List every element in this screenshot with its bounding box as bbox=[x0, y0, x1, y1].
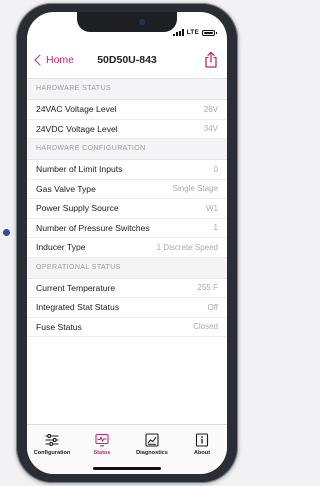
row-value: 1 bbox=[213, 223, 218, 233]
row-label: Current Temperature bbox=[36, 282, 116, 293]
section-header-operational-status: OPERATIONAL STATUS bbox=[27, 257, 227, 279]
home-indicator bbox=[93, 467, 161, 470]
row-value: Single Stage bbox=[172, 184, 218, 194]
info-icon bbox=[195, 433, 209, 447]
row-value: 1 Discrete Speed bbox=[156, 242, 218, 252]
row-value: 26V bbox=[203, 104, 218, 114]
pulse-monitor-icon bbox=[95, 433, 109, 447]
notch bbox=[77, 12, 177, 32]
battery-icon bbox=[202, 29, 217, 36]
row-label: Power Supply Source bbox=[36, 203, 119, 214]
row-integrated-stat-status: Integrated Stat Status Off bbox=[27, 298, 227, 318]
row-value: W1 bbox=[206, 203, 218, 213]
tab-label: About bbox=[193, 450, 211, 456]
row-limit-inputs: Number of Limit Inputs 0 bbox=[27, 160, 227, 180]
tab-about[interactable]: About bbox=[177, 425, 227, 474]
tab-configuration[interactable]: Configuration bbox=[27, 425, 77, 474]
tab-label: Status bbox=[93, 450, 111, 456]
row-value: 0 bbox=[213, 164, 218, 174]
row-label: Fuse Status bbox=[36, 321, 82, 332]
row-pressure-switches: Number of Pressure Switches 1 bbox=[27, 218, 227, 238]
row-label: Number of Pressure Switches bbox=[36, 222, 150, 233]
row-24vac-voltage: 24VAC Voltage Level 26V bbox=[27, 100, 227, 120]
row-label: 24VAC Voltage Level bbox=[36, 104, 117, 115]
network-label: LTE bbox=[186, 29, 199, 36]
status-icons: LTE bbox=[172, 29, 217, 36]
row-label: Inducer Type bbox=[36, 242, 86, 253]
row-value: Closed bbox=[193, 322, 218, 332]
row-label: Gas Valve Type bbox=[36, 183, 96, 194]
section-header-hardware-status: HARDWARE STATUS bbox=[27, 79, 227, 100]
signal-icon bbox=[172, 29, 184, 36]
row-inducer-type: Inducer Type 1 Discrete Speed bbox=[27, 238, 227, 258]
section-header-hardware-configuration: HARDWARE CONFIGURATION bbox=[27, 139, 227, 160]
pager-dot[interactable] bbox=[3, 229, 10, 236]
row-current-temperature: Current Temperature 255 F bbox=[27, 278, 227, 298]
row-value: 255 F bbox=[197, 283, 218, 293]
row-fuse-status: Fuse Status Closed bbox=[27, 317, 227, 337]
phone-frame: LTE Home 50D50U-843 HARDWARE STATUS 24VA… bbox=[16, 3, 238, 483]
share-icon[interactable] bbox=[204, 51, 218, 68]
status-list: HARDWARE STATUS 24VAC Voltage Level 26V … bbox=[27, 79, 227, 337]
status-bar: LTE bbox=[27, 12, 227, 42]
tab-label: Diagnostics bbox=[136, 450, 168, 456]
row-label: Number of Limit Inputs bbox=[36, 164, 123, 175]
tab-label: Configuration bbox=[33, 450, 71, 456]
row-gas-valve-type: Gas Valve Type Single Stage bbox=[27, 179, 227, 199]
sliders-icon bbox=[45, 433, 59, 447]
app-screen: LTE Home 50D50U-843 HARDWARE STATUS 24VA… bbox=[27, 12, 227, 474]
row-power-supply-source: Power Supply Source W1 bbox=[27, 199, 227, 219]
navigation-bar: Home 50D50U-843 bbox=[27, 42, 227, 79]
row-label: 24VDC Voltage Level bbox=[36, 123, 118, 134]
chart-icon bbox=[145, 433, 159, 447]
page-title: 50D50U-843 bbox=[97, 54, 157, 66]
row-value: Off bbox=[207, 302, 218, 312]
tab-bar: Configuration Status Diagnostics About bbox=[27, 424, 227, 474]
row-label: Integrated Stat Status bbox=[36, 302, 120, 313]
camera-icon bbox=[139, 19, 145, 25]
row-value: 34V bbox=[203, 124, 218, 134]
row-24vdc-voltage: 24VDC Voltage Level 34V bbox=[27, 119, 227, 139]
